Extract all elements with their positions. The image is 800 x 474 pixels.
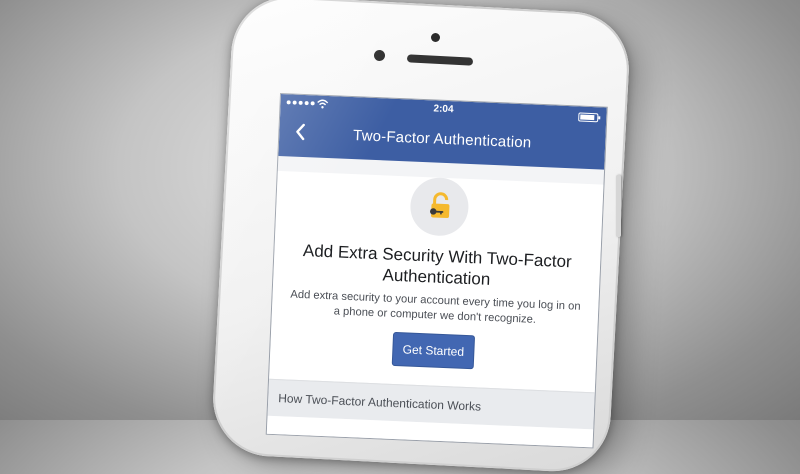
phone-screen: 2:04 Two-Factor Authentication Add Extra… xyxy=(266,94,607,448)
front-camera xyxy=(431,33,440,42)
app-header: 2:04 Two-Factor Authentication xyxy=(278,94,607,170)
intro-card: Add Extra Security With Two-Factor Authe… xyxy=(269,170,604,393)
page-title: Two-Factor Authentication xyxy=(352,127,532,152)
battery-icon xyxy=(578,112,599,123)
description: Add extra security to your account every… xyxy=(290,288,581,326)
proximity-sensor xyxy=(374,50,385,61)
padlock-key-icon xyxy=(430,192,450,219)
phone-side-button xyxy=(616,175,621,237)
headline: Add Extra Security With Two-Factor Authe… xyxy=(302,241,573,289)
get-started-button[interactable]: Get Started xyxy=(392,331,475,370)
lock-badge xyxy=(409,176,470,237)
